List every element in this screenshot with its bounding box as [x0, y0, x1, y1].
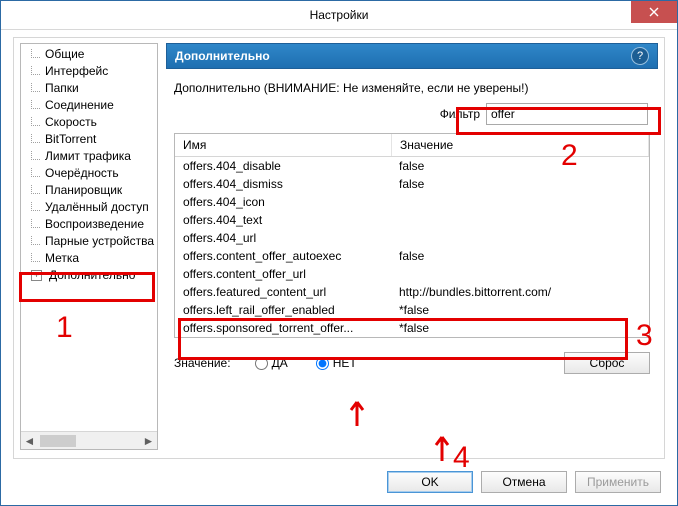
table-body: offers.404_disablefalse offers.404_dismi…	[175, 157, 649, 337]
tree-item-remote[interactable]: Удалённый доступ	[27, 199, 157, 216]
tree-item-connection[interactable]: Соединение	[27, 97, 157, 114]
window-title: Настройки	[310, 8, 369, 22]
warning-text: Дополнительно (ВНИМАНИЕ: Не изменяйте, е…	[174, 81, 658, 95]
category-tree[interactable]: Общие Интерфейс Папки Соединение Скорост…	[20, 43, 158, 450]
tree-item-advanced[interactable]: + Дополнительно	[27, 267, 157, 284]
radio-yes-input[interactable]	[255, 357, 268, 370]
tree-item-playback[interactable]: Воспроизведение	[27, 216, 157, 233]
tree-item-scheduler[interactable]: Планировщик	[27, 182, 157, 199]
table-row[interactable]: offers.content_offer_autoexecfalse	[175, 247, 649, 265]
filter-row: Фильтр	[166, 103, 648, 125]
tree-item-general[interactable]: Общие	[27, 46, 157, 63]
tree-item-speed[interactable]: Скорость	[27, 114, 157, 131]
scroll-left-icon[interactable]: ◄	[21, 433, 38, 449]
expand-icon[interactable]: +	[31, 270, 42, 281]
close-button[interactable]	[631, 1, 677, 23]
col-name[interactable]: Имя	[175, 134, 392, 156]
table-row[interactable]: offers.featured_content_urlhttp://bundle…	[175, 283, 649, 301]
tree-item-bittorrent[interactable]: BitTorrent	[27, 131, 157, 148]
table-header: Имя Значение	[175, 134, 649, 157]
table-row[interactable]: offers.404_disablefalse	[175, 157, 649, 175]
pane-title: Дополнительно	[175, 49, 270, 63]
filter-label: Фильтр	[440, 107, 480, 121]
table-row[interactable]: offers.sponsored_torrent_offer...*false	[175, 319, 649, 337]
tree-item-label[interactable]: Метка	[27, 250, 157, 267]
radio-no-input[interactable]	[316, 357, 329, 370]
dialog-buttons: OK Отмена Применить	[387, 471, 661, 493]
settings-table: Имя Значение offers.404_disablefalse off…	[174, 133, 650, 338]
settings-window: Настройки Общие Интерфейс Папки Соединен…	[0, 0, 678, 506]
dialog-frame: Общие Интерфейс Папки Соединение Скорост…	[13, 37, 665, 459]
tree-item-queue[interactable]: Очерёдность	[27, 165, 157, 182]
table-row[interactable]: offers.404_dismissfalse	[175, 175, 649, 193]
table-row[interactable]: offers.404_icon	[175, 193, 649, 211]
radio-yes[interactable]: ДА	[255, 356, 288, 370]
value-editor: Значение: ДА НЕТ Сброс	[174, 352, 650, 374]
pane-header: Дополнительно ?	[166, 43, 658, 69]
tree-item-interface[interactable]: Интерфейс	[27, 63, 157, 80]
horizontal-scrollbar[interactable]: ◄ ►	[21, 431, 157, 449]
help-icon[interactable]: ?	[631, 47, 649, 65]
content-area: Общие Интерфейс Папки Соединение Скорост…	[1, 29, 677, 505]
filter-input[interactable]	[486, 103, 648, 125]
scroll-right-icon[interactable]: ►	[140, 433, 157, 449]
close-icon	[649, 7, 659, 17]
tree-item-traffic-limit[interactable]: Лимит трафика	[27, 148, 157, 165]
advanced-pane: Дополнительно ? Дополнительно (ВНИМАНИЕ:…	[166, 43, 658, 450]
tree-item-paired[interactable]: Парные устройства	[27, 233, 157, 250]
apply-button[interactable]: Применить	[575, 471, 661, 493]
table-row[interactable]: offers.left_rail_offer_enabled*false	[175, 301, 649, 319]
col-value[interactable]: Значение	[392, 134, 649, 156]
radio-no[interactable]: НЕТ	[316, 356, 357, 370]
tree-item-folders[interactable]: Папки	[27, 80, 157, 97]
reset-button[interactable]: Сброс	[564, 352, 650, 374]
cancel-button[interactable]: Отмена	[481, 471, 567, 493]
table-row[interactable]: offers.404_text	[175, 211, 649, 229]
table-row[interactable]: offers.404_url	[175, 229, 649, 247]
titlebar: Настройки	[1, 1, 677, 30]
table-row[interactable]: offers.content_offer_url	[175, 265, 649, 283]
ok-button[interactable]: OK	[387, 471, 473, 493]
scroll-thumb[interactable]	[40, 435, 76, 447]
value-label: Значение:	[174, 356, 231, 370]
